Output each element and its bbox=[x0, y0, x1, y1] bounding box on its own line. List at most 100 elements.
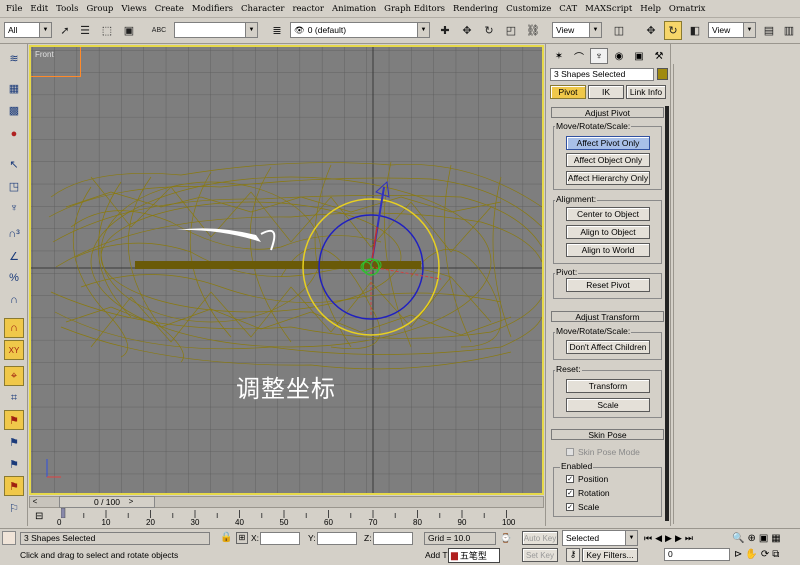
z-coordinate-field[interactable] bbox=[373, 532, 413, 545]
spinner-snap-button[interactable]: ∩ bbox=[4, 290, 24, 310]
previous-frame-icon[interactable]: ◀ bbox=[655, 533, 662, 544]
selection-filter-dropdown[interactable]: All ▼ bbox=[4, 22, 52, 38]
menu-item-animation[interactable]: Animation bbox=[328, 4, 380, 14]
zoom-all-icon[interactable]: ⊕ bbox=[747, 533, 755, 544]
adjust-pivot-rollout[interactable]: Adjust Pivot bbox=[551, 107, 664, 118]
scale-button[interactable]: ◰ bbox=[502, 21, 520, 40]
current-frame-field[interactable]: 0 bbox=[664, 548, 730, 561]
adjust-transform-rollout[interactable]: Adjust Transform bbox=[551, 311, 664, 322]
menu-item-maxscript[interactable]: MAXScript bbox=[581, 4, 636, 14]
select-region-tool-button[interactable]: ◳ bbox=[4, 176, 24, 196]
menu-item-views[interactable]: Views bbox=[117, 4, 150, 14]
affect-hierarchy-only-button[interactable]: Affect Hierarchy Only bbox=[566, 171, 650, 185]
axis-lock-button[interactable]: ⌖ bbox=[4, 366, 24, 386]
reference-coord-dropdown[interactable]: View ▼ bbox=[552, 22, 602, 38]
skin-pose-rollout[interactable]: Skin Pose bbox=[551, 429, 664, 440]
scale-checkbox[interactable]: ✓ bbox=[566, 503, 574, 511]
align-to-object-button[interactable]: Align to Object bbox=[566, 225, 650, 239]
reference-coord-dropdown-2[interactable]: View ▼ bbox=[708, 22, 756, 38]
align-to-world-button[interactable]: Align to World bbox=[566, 243, 650, 257]
selection-region-button[interactable]: ⬚ bbox=[98, 21, 116, 40]
flag-tool-button-5[interactable]: ⚐ bbox=[4, 498, 24, 518]
menu-item-graph-editors[interactable]: Graph Editors bbox=[380, 4, 449, 14]
affect-object-only-button[interactable]: Affect Object Only bbox=[566, 153, 650, 167]
mirror-button[interactable]: ▥ bbox=[780, 21, 798, 40]
menu-item-rendering[interactable]: Rendering bbox=[449, 4, 502, 14]
flag-tool-button-4[interactable]: ⚑ bbox=[4, 476, 24, 496]
motion-tab-icon[interactable]: ◉ bbox=[610, 48, 628, 64]
menu-item-file[interactable]: File bbox=[2, 4, 26, 14]
set-key-button[interactable]: Set Key bbox=[522, 548, 558, 562]
zoom-extents-all-icon[interactable]: ▦ bbox=[771, 533, 780, 544]
hierarchy-tab-icon[interactable]: ♆ bbox=[590, 48, 608, 64]
menu-item-create[interactable]: Create bbox=[151, 4, 188, 14]
constraint-xy-button[interactable]: XY bbox=[4, 340, 24, 360]
menu-item-group[interactable]: Group bbox=[82, 4, 117, 14]
menu-item-tools[interactable]: Tools bbox=[52, 4, 82, 14]
flag-tool-button-3[interactable]: ⚑ bbox=[4, 454, 24, 474]
percent-snap-button[interactable]: % bbox=[4, 268, 24, 288]
move-button[interactable]: ✥ bbox=[458, 21, 476, 40]
position-checkbox[interactable]: ✓ bbox=[566, 475, 574, 483]
orbit-icon[interactable]: ⟳ bbox=[761, 549, 769, 560]
maximize-viewport-icon[interactable]: ⧉ bbox=[772, 549, 779, 560]
go-to-end-icon[interactable]: ⏭ bbox=[685, 533, 693, 544]
time-slider[interactable]: 0 / 100 < > bbox=[29, 496, 544, 508]
selection-name-field[interactable]: 3 Shapes Selected bbox=[550, 68, 654, 81]
menu-item-help[interactable]: Help bbox=[636, 4, 665, 14]
skin-pose-mode-checkbox[interactable] bbox=[566, 448, 574, 456]
angle-snap-button[interactable]: ∠ bbox=[4, 246, 24, 266]
constraint-button[interactable]: ∩ bbox=[4, 318, 24, 338]
input-method-bar[interactable]: ▆ 五笔型 bbox=[448, 548, 500, 563]
rotation-checkbox[interactable]: ✓ bbox=[566, 489, 574, 497]
zoom-extents-icon[interactable]: ▣ bbox=[759, 533, 768, 544]
track-bar[interactable]: ⊟ 0 10 20 30 40 50 60 70 80 90 100 bbox=[29, 508, 544, 528]
field-of-view-icon[interactable]: ⊳ bbox=[734, 549, 742, 560]
next-frame-icon[interactable]: ▶ bbox=[675, 533, 682, 544]
front-viewport[interactable]: Front 调整坐标 bbox=[29, 45, 544, 495]
time-slider-thumb[interactable]: 0 / 100 bbox=[59, 496, 155, 508]
viewport-label[interactable]: Front bbox=[35, 50, 54, 59]
zoom-icon[interactable]: 🔍 bbox=[732, 533, 744, 544]
select-by-name-button[interactable]: ☰ bbox=[76, 21, 94, 40]
select-object-button[interactable]: ➚ bbox=[56, 21, 74, 40]
use-pivot-button[interactable]: ▤ bbox=[760, 21, 778, 40]
tab-ik[interactable]: IK bbox=[588, 85, 624, 99]
key-icon[interactable]: ⚷ bbox=[566, 548, 580, 562]
pan-icon[interactable]: ✋ bbox=[745, 549, 757, 560]
axis-tool-button[interactable]: ⌗ bbox=[4, 388, 24, 408]
center-to-object-button[interactable]: Center to Object bbox=[566, 207, 650, 221]
layers-tool-button[interactable]: ≋ bbox=[4, 48, 24, 68]
select-tool-button[interactable]: ↖ bbox=[4, 154, 24, 174]
maxscript-listener-button[interactable] bbox=[2, 531, 16, 545]
pivot-center-button[interactable]: ◫ bbox=[610, 21, 628, 40]
select-rotate-button[interactable]: ↻ bbox=[664, 21, 682, 40]
reset-scale-button[interactable]: Scale bbox=[566, 398, 650, 412]
time-tag-icon[interactable]: ⌚ bbox=[500, 533, 511, 544]
reset-transform-button[interactable]: Transform bbox=[566, 379, 650, 393]
menu-item-character[interactable]: Character bbox=[237, 4, 288, 14]
go-to-start-icon[interactable]: ⏮ bbox=[644, 533, 652, 544]
y-coordinate-field[interactable] bbox=[317, 532, 357, 545]
absolute-mode-icon[interactable]: ⊞ bbox=[236, 532, 248, 544]
auto-key-button[interactable]: Auto Key bbox=[522, 531, 558, 545]
menu-item-ornatrix[interactable]: Ornatrix bbox=[665, 4, 710, 14]
reset-pivot-button[interactable]: Reset Pivot bbox=[566, 278, 650, 292]
add-time-tag[interactable]: Add T bbox=[425, 550, 448, 560]
snap-3d-button[interactable]: ∩³ bbox=[4, 224, 24, 244]
select-scale-button[interactable]: ◧ bbox=[686, 21, 704, 40]
menu-item-cat[interactable]: CAT bbox=[555, 4, 581, 14]
tab-pivot[interactable]: Pivot bbox=[550, 85, 586, 99]
menu-item-edit[interactable]: Edit bbox=[26, 4, 52, 14]
text-tool-button[interactable]: ABC bbox=[150, 21, 168, 40]
play-icon[interactable]: ▶ bbox=[665, 533, 672, 544]
lock-icon[interactable]: 🔒 bbox=[220, 532, 232, 543]
layer-manager-button[interactable]: ≣ bbox=[268, 21, 286, 40]
named-selection-dropdown[interactable]: ▼ bbox=[174, 22, 258, 38]
dont-affect-children-button[interactable]: Don't Affect Children bbox=[566, 340, 650, 354]
select-move-button[interactable]: ✥ bbox=[642, 21, 660, 40]
menu-item-reactor[interactable]: reactor bbox=[288, 4, 328, 14]
affect-pivot-only-button[interactable]: Affect Pivot Only bbox=[566, 136, 650, 150]
modify-tab-icon[interactable]: ⌒ bbox=[570, 48, 588, 64]
selection-color-swatch[interactable] bbox=[657, 68, 668, 80]
